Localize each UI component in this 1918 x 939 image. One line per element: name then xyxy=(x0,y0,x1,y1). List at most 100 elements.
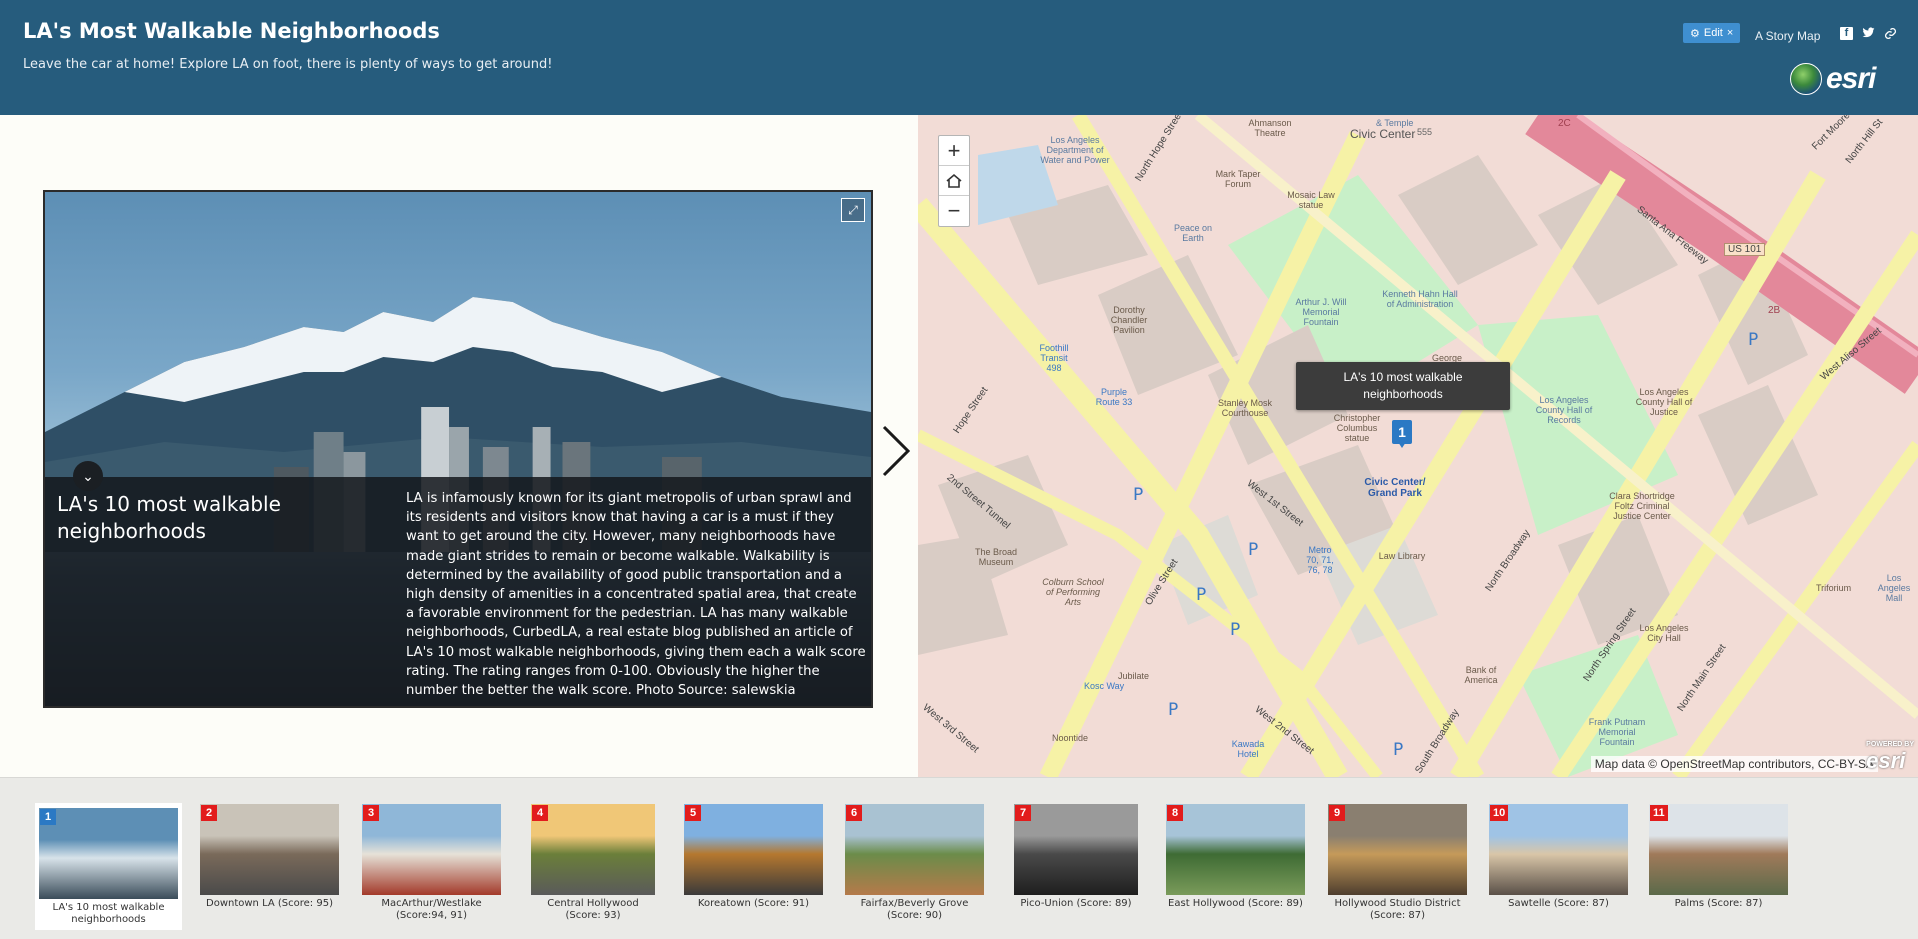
map-label-civic-park: Civic Center/ Grand Park xyxy=(1364,477,1426,499)
thumbnail-3[interactable]: 3 MacArthur/Westlake (Score:94, 91) xyxy=(362,804,501,922)
thumbnail-number: 2 xyxy=(201,805,217,821)
map-label-jubilate: Jubilate xyxy=(1118,671,1150,681)
map-label-2b: 2B xyxy=(1768,305,1781,316)
app-header: LA's Most Walkable Neighborhoods Leave t… xyxy=(0,0,1918,115)
facebook-icon[interactable]: f xyxy=(1840,27,1853,40)
map-attribution: Map data © OpenStreetMap contributors, C… xyxy=(1590,756,1878,772)
thumbnail-image: 7 xyxy=(1014,804,1138,895)
thumbnail-10[interactable]: 10 Sawtelle (Score: 87) xyxy=(1489,804,1628,910)
twitter-icon[interactable] xyxy=(1862,27,1875,40)
map-label-frank: Frank Putnam Memorial Fountain xyxy=(1588,717,1646,747)
svg-text:P: P xyxy=(1196,585,1206,605)
thumbnail-label: Palms (Score: 87) xyxy=(1674,898,1763,909)
map-label-hall-justice: Los Angeles County Hall of Justice xyxy=(1635,387,1693,417)
thumbnail-label: LA's 10 most walkable neighborhoods xyxy=(52,902,165,925)
map-label-2c: 2C xyxy=(1558,118,1571,129)
map-label-arthur: Arthur J. Will Memorial Fountain xyxy=(1295,297,1347,327)
edit-label: Edit xyxy=(1703,27,1723,39)
svg-text:P: P xyxy=(1748,330,1758,350)
link-icon[interactable] xyxy=(1884,27,1897,40)
gear-icon: ⚙ xyxy=(1690,27,1700,40)
thumbnail-image: 11 xyxy=(1649,804,1788,895)
map-label-la-hall: Los Angeles County Hall of Records xyxy=(1535,395,1593,425)
thumbnail-number: 11 xyxy=(1650,805,1668,821)
media-panel: ⤢ ⌄ LA's 10 most walkable neighborhoods … xyxy=(43,190,873,708)
map-label-la-city-hall: Los Angeles City Hall xyxy=(1639,623,1689,643)
map-label-foothill-a: Foothill Transit 498 xyxy=(1039,343,1069,373)
svg-text:P: P xyxy=(1168,700,1178,720)
thumbnail-number: 6 xyxy=(846,805,862,821)
zoom-in-button[interactable]: + xyxy=(939,136,969,166)
map-label-kenneth: Kenneth Hahn Hall of Administration xyxy=(1382,289,1458,309)
page-subtitle: Leave the car at home! Explore LA on foo… xyxy=(23,57,553,72)
map-label-kosc: Kosc Way xyxy=(1084,681,1125,691)
thumbnail-image: 9 xyxy=(1328,804,1467,895)
map-label-law-library: Law Library xyxy=(1378,551,1426,561)
thumbnail-number: 5 xyxy=(685,805,701,821)
close-icon[interactable]: × xyxy=(1727,27,1733,39)
map-label-us101: US 101 xyxy=(1724,243,1766,256)
thumbnail-number: 3 xyxy=(363,805,379,821)
thumbnail-strip: 1 LA's 10 most walkable neighborhoods 2 Dow… xyxy=(0,777,1918,939)
map-popup[interactable]: LA's 10 most walkable neighborhoods xyxy=(1296,362,1510,410)
map-label-triforium: Triforium xyxy=(1816,583,1852,593)
basemap[interactable]: P P P P P P P xyxy=(918,115,1918,777)
thumbnail-number: 4 xyxy=(532,805,548,821)
thumbnail-6[interactable]: 6 Fairfax/Beverly Grove (Score: 90) xyxy=(845,804,984,922)
zoom-out-button[interactable]: − xyxy=(939,196,969,226)
map-label-stanley: Stanley Mosk Courthouse xyxy=(1217,398,1273,418)
thumbnail-image: 4 xyxy=(531,804,655,895)
map-label-ahmanson: Ahmanson Theatre xyxy=(1248,118,1292,138)
map-label-clara: Clara Shortridge Foltz Criminal Justice … xyxy=(1609,491,1675,521)
map-label-bank: Bank of America xyxy=(1464,665,1498,685)
thumbnail-number: 7 xyxy=(1015,805,1031,821)
thumbnail-image: 8 xyxy=(1166,804,1305,895)
thumbnail-1[interactable]: 1 LA's 10 most walkable neighborhoods xyxy=(35,803,182,930)
edit-button[interactable]: ⚙ Edit × xyxy=(1683,23,1741,43)
map-label-mosaic: Mosaic Law statue xyxy=(1287,190,1335,210)
thumbnail-11[interactable]: 11 Palms (Score: 87) xyxy=(1649,804,1788,910)
thumbnail-label: Downtown LA (Score: 95) xyxy=(206,898,333,909)
thumbnail-number: 8 xyxy=(1167,805,1183,821)
thumbnail-image: 3 xyxy=(362,804,501,895)
thumbnail-image: 10 xyxy=(1489,804,1628,895)
next-arrow-icon[interactable] xyxy=(880,425,910,477)
thumbnail-image: 5 xyxy=(684,804,823,895)
thumbnail-label: MacArthur/Westlake (Score:94, 91) xyxy=(381,898,482,921)
esri-logo[interactable]: esri xyxy=(1790,62,1876,96)
map-label-mark-taper: Mark Taper Forum xyxy=(1215,169,1261,189)
svg-text:P: P xyxy=(1393,740,1403,760)
map-label-metro-a: Metro 70, 71, 76, 78 xyxy=(1306,545,1334,575)
thumbnail-label: Hollywood Studio District (Score: 87) xyxy=(1334,898,1461,921)
map-label-civic-center: Civic Center xyxy=(1350,127,1416,141)
thumbnail-2[interactable]: 2 Downtown LA (Score: 95) xyxy=(200,804,339,910)
map-marker-1[interactable]: 1 xyxy=(1392,420,1412,448)
expand-icon[interactable]: ⤢ xyxy=(841,198,865,222)
thumbnail-9[interactable]: 9 Hollywood Studio District (Score: 87) xyxy=(1328,804,1467,922)
home-button[interactable] xyxy=(939,166,969,196)
map-view[interactable]: P P P P P P P Civic Center & Temple 555 … xyxy=(918,115,1918,777)
map-label-la-mall: Los Angeles Mall xyxy=(1877,573,1911,603)
home-icon xyxy=(946,173,962,188)
map-esri-logo[interactable]: POWERED BY esri xyxy=(1866,741,1914,774)
thumbnail-5[interactable]: 5 Koreatown (Score: 91) xyxy=(684,804,823,910)
caption-panel: ⌄ LA's 10 most walkable neighborhoods LA… xyxy=(45,461,871,706)
thumbnail-7[interactable]: 7 Pico-Union (Score: 89) xyxy=(1014,804,1138,910)
svg-text:P: P xyxy=(1230,620,1240,640)
map-label-peace: Peace on Earth xyxy=(1173,223,1213,243)
map-label-dorothy: Dorothy Chandler Pavilion xyxy=(1110,305,1148,335)
thumbnail-image: 1 xyxy=(39,808,178,899)
thumbnail-number: 9 xyxy=(1329,805,1345,821)
svg-text:P: P xyxy=(1248,540,1258,560)
map-label-temple: & Temple xyxy=(1376,118,1414,128)
map-label-purple: Purple Route 33 xyxy=(1095,387,1133,407)
caption-body: LA is infamously known for its giant met… xyxy=(406,491,866,699)
map-label-555: 555 xyxy=(1417,127,1433,137)
caption-title: LA's 10 most walkable neighborhoods xyxy=(57,492,281,543)
thumbnail-4[interactable]: 4 Central Hollywood (Score: 93) xyxy=(531,804,655,922)
thumbnail-image: 2 xyxy=(200,804,339,895)
map-label-la-dwp: Los Angeles Department of Water and Powe… xyxy=(1040,135,1110,165)
thumbnail-8[interactable]: 8 East Hollywood (Score: 89) xyxy=(1166,804,1305,910)
thumbnail-label: East Hollywood (Score: 89) xyxy=(1168,898,1303,909)
chevron-down-icon[interactable]: ⌄ xyxy=(73,461,103,491)
